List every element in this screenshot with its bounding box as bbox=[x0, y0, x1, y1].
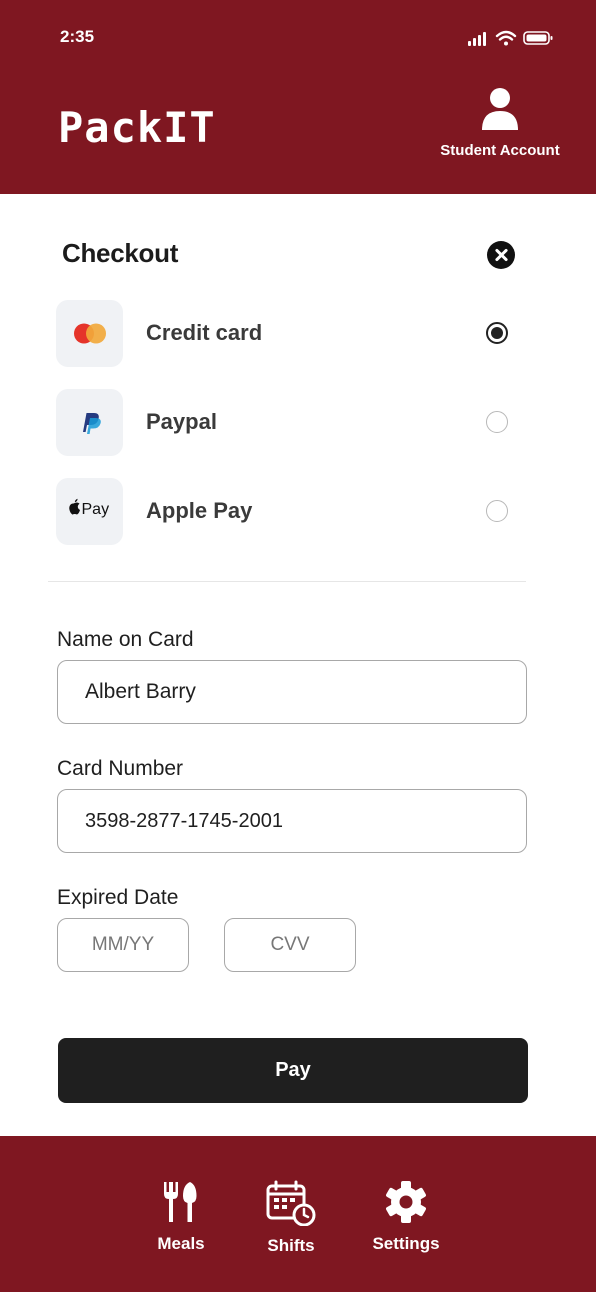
brand-logo: PackIT bbox=[58, 103, 216, 152]
expiry-date-field[interactable] bbox=[57, 918, 189, 972]
tab-shifts[interactable]: Shifts bbox=[236, 1180, 346, 1256]
divider bbox=[48, 581, 526, 582]
card-number-label: Card Number bbox=[57, 757, 184, 780]
apple-pay-icon: Pay bbox=[69, 498, 110, 518]
method-label: Paypal bbox=[146, 409, 217, 434]
expired-date-label: Expired Date bbox=[57, 886, 179, 909]
method-icon-box bbox=[56, 300, 123, 367]
calendar-clock-icon bbox=[266, 1180, 316, 1226]
status-icons bbox=[468, 30, 553, 46]
status-time: 2:35 bbox=[60, 27, 95, 46]
tab-settings[interactable]: Settings bbox=[351, 1180, 461, 1254]
name-on-card-field[interactable] bbox=[57, 660, 527, 724]
name-on-card-label: Name on Card bbox=[57, 628, 194, 651]
tab-label: Meals bbox=[157, 1234, 205, 1253]
radio-unselected[interactable] bbox=[486, 500, 508, 522]
tab-label: Settings bbox=[372, 1234, 440, 1253]
battery-icon bbox=[523, 31, 553, 45]
radio-selected[interactable] bbox=[486, 322, 508, 344]
method-icon-box: Pay bbox=[56, 478, 123, 545]
account-label: Student Account bbox=[440, 142, 560, 159]
method-icon-box bbox=[56, 389, 123, 456]
bottom-tab-bar: Meals Shifts Settings bbox=[0, 1136, 596, 1292]
tab-label: Shifts bbox=[267, 1236, 315, 1255]
card-number-field[interactable] bbox=[57, 789, 527, 853]
wifi-icon bbox=[495, 30, 517, 41]
pay-button[interactable]: Pay bbox=[58, 1038, 528, 1103]
radio-unselected[interactable] bbox=[486, 411, 508, 433]
user-icon bbox=[482, 88, 518, 130]
mastercard-icon bbox=[74, 323, 106, 344]
paypal-icon bbox=[83, 413, 101, 434]
signal-icon bbox=[468, 32, 486, 46]
fork-knife-icon bbox=[164, 1182, 197, 1222]
checkout-title: Checkout bbox=[62, 238, 179, 268]
method-label: Credit card bbox=[146, 320, 263, 345]
method-label: Apple Pay bbox=[146, 498, 253, 523]
payment-method-apple-pay[interactable]: Pay Apple Pay bbox=[56, 478, 516, 546]
cvv-field[interactable] bbox=[224, 918, 356, 972]
app-header: 2:35 PackIT Student Account bbox=[0, 0, 596, 194]
close-icon[interactable] bbox=[487, 241, 515, 269]
payment-method-paypal[interactable]: Paypal bbox=[56, 389, 516, 457]
payment-method-credit-card[interactable]: Credit card bbox=[56, 300, 516, 368]
tab-meals[interactable]: Meals bbox=[126, 1180, 236, 1254]
student-account-button[interactable]: Student Account bbox=[430, 86, 570, 159]
gear-icon bbox=[386, 1181, 426, 1223]
svg-text:Pay: Pay bbox=[82, 501, 110, 518]
